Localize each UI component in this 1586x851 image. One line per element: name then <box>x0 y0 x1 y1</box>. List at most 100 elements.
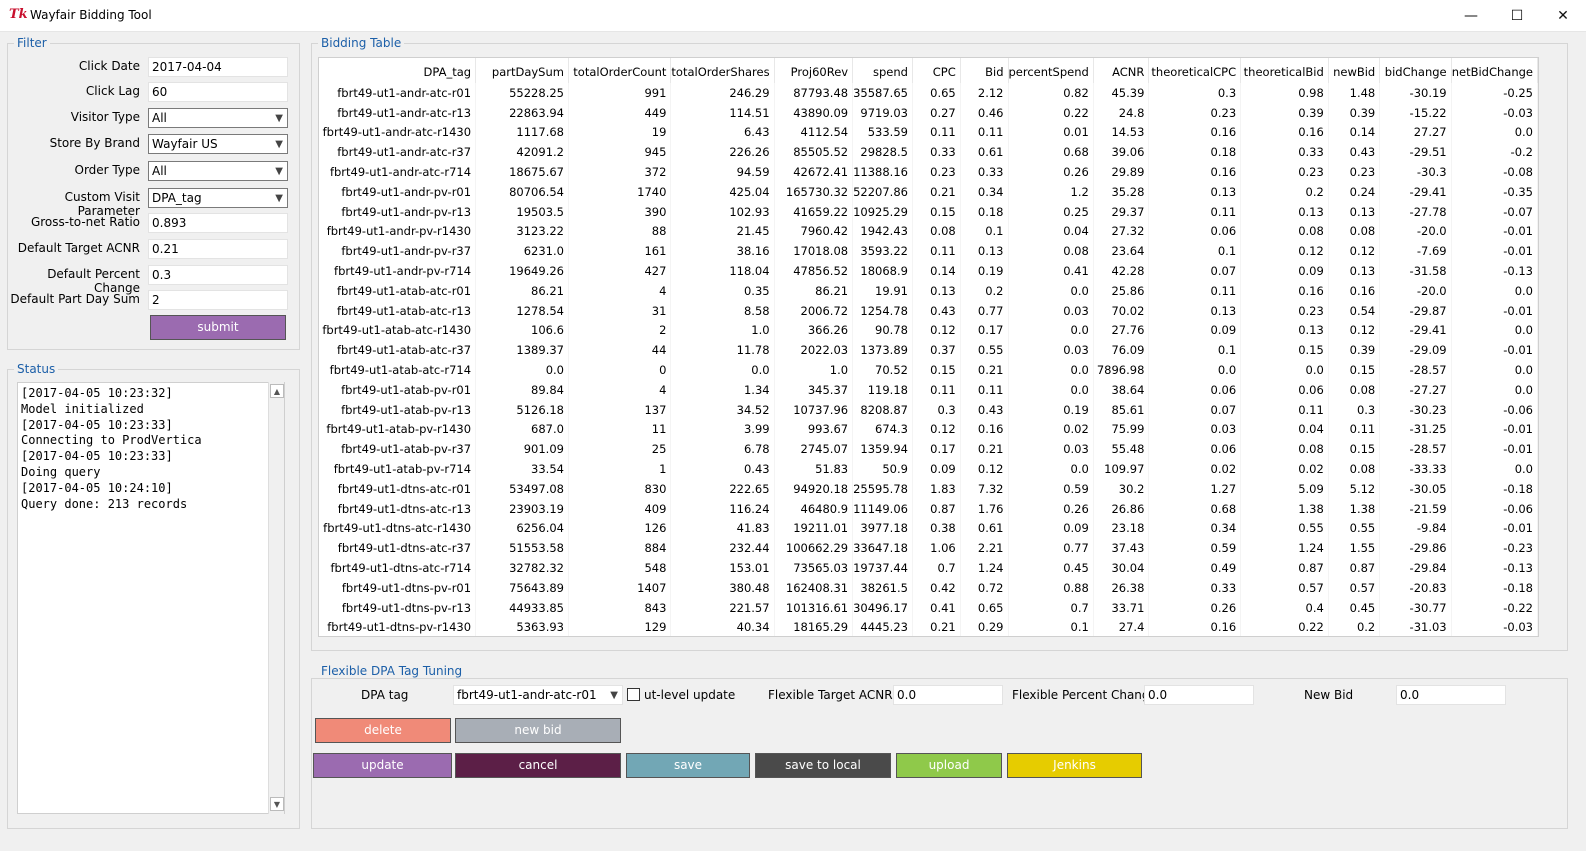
table-row[interactable]: fbrt49-ut1-dtns-atc-r37 51553.58 884 232.44… <box>319 538 1538 559</box>
table-row[interactable]: fbrt49-ut1-dtns-pv-r13 44933.85 843 221.57 1… <box>319 597 1538 618</box>
percent-change-input[interactable]: 0.0 <box>1144 685 1254 705</box>
tk-feather-icon: Tk <box>9 7 28 22</box>
table-cell: 3123.22 <box>475 221 569 242</box>
table-cell: 0.3 <box>912 399 961 420</box>
column-header[interactable]: newBid <box>1328 58 1381 83</box>
filter-input[interactable]: 0.21 <box>148 239 288 259</box>
bidding-table[interactable]: DPA_tag partDaySum totalOrderCount totalOrd… <box>318 57 1539 637</box>
new-bid-button[interactable]: new bid <box>455 718 621 743</box>
save-to-local-button[interactable]: save to local <box>755 753 891 778</box>
column-header[interactable]: CPC <box>912 58 961 83</box>
table-cell: 1.48 <box>1328 83 1381 103</box>
column-header[interactable]: theoreticalBid <box>1240 58 1329 83</box>
column-header[interactable]: bidChange <box>1379 58 1452 83</box>
table-cell: 126 <box>568 518 672 539</box>
table-cell: 0.54 <box>1328 300 1381 321</box>
column-header[interactable]: totalOrderShares <box>670 58 775 83</box>
update-button[interactable]: update <box>313 753 452 778</box>
table-row[interactable]: fbrt49-ut1-andr-atc-r13 22863.94 449 114.51… <box>319 102 1538 123</box>
save-button[interactable]: save <box>626 753 750 778</box>
table-row[interactable]: fbrt49-ut1-atab-atc-r1430 106.6 2 1.0 366.26… <box>319 320 1538 341</box>
ut-level-checkbox[interactable] <box>627 688 640 701</box>
table-row[interactable]: fbrt49-ut1-atab-pv-r37 901.09 25 6.78 2745.0… <box>319 439 1538 460</box>
table-row[interactable]: fbrt49-ut1-atab-pv-r714 33.54 1 0.43 51.83 50… <box>319 459 1538 479</box>
filter-input[interactable]: 2017-04-04 <box>148 57 288 77</box>
delete-button[interactable]: delete <box>315 718 451 743</box>
table-row[interactable]: fbrt49-ut1-atab-pv-r13 5126.18 137 34.52 107… <box>319 399 1538 420</box>
filter-select[interactable]: All ▼ <box>148 108 288 128</box>
status-scrollbar[interactable]: ▲ ▼ <box>268 382 284 814</box>
table-cell: 1.27 <box>1148 478 1242 499</box>
column-header[interactable]: DPA_tag <box>319 58 477 83</box>
table-cell: 0.87 <box>1240 558 1329 578</box>
filter-input[interactable]: 60 <box>148 82 288 102</box>
minimize-button[interactable]: — <box>1448 0 1494 32</box>
filter-input[interactable]: 2 <box>148 290 288 310</box>
filter-select[interactable]: Wayfair US ▼ <box>148 134 288 154</box>
table-cell: 0.04 <box>1008 221 1094 242</box>
status-log[interactable]: [2017-04-05 10:23:32] Model initialized … <box>17 382 285 814</box>
table-row[interactable]: fbrt49-ut1-atab-atc-r13 1278.54 31 8.58 2006… <box>319 300 1538 321</box>
column-header[interactable]: partDaySum <box>475 58 569 83</box>
filter-select[interactable]: DPA_tag ▼ <box>148 188 288 208</box>
upload-button[interactable]: upload <box>896 753 1002 778</box>
table-row[interactable]: fbrt49-ut1-atab-pv-r1430 687.0 11 3.99 993.6… <box>319 419 1538 440</box>
table-cell: 0.21 <box>912 617 961 636</box>
table-cell: 30496.17 <box>852 597 913 618</box>
table-row[interactable]: fbrt49-ut1-atab-atc-r01 86.21 4 0.35 86.21 19… <box>319 280 1538 301</box>
table-cell: fbrt49-ut1-andr-pv-r01 <box>319 181 477 202</box>
column-header[interactable]: netBidChange <box>1451 58 1538 83</box>
table-cell: fbrt49-ut1-atab-pv-r01 <box>319 379 477 400</box>
filter-input[interactable]: 0.893 <box>148 213 288 233</box>
table-cell: 44933.85 <box>475 597 569 618</box>
table-cell: 5363.93 <box>475 617 569 636</box>
scroll-down-icon[interactable]: ▼ <box>270 797 284 811</box>
table-row[interactable]: fbrt49-ut1-andr-pv-r01 80706.54 1740 425.04… <box>319 181 1538 202</box>
table-row[interactable]: fbrt49-ut1-dtns-pv-r01 75643.89 1407 380.48… <box>319 577 1538 598</box>
table-cell: 44 <box>568 340 672 361</box>
column-header[interactable]: spend <box>852 58 913 83</box>
table-cell: 1359.94 <box>852 439 913 460</box>
table-row[interactable]: fbrt49-ut1-andr-atc-r1430 1117.68 19 6.43 41… <box>319 122 1538 143</box>
scroll-up-icon[interactable]: ▲ <box>270 384 284 398</box>
table-cell: 548 <box>568 558 672 578</box>
table-row[interactable]: fbrt49-ut1-atab-pv-r01 89.84 4 1.34 345.37 11… <box>319 379 1538 400</box>
table-cell: 42672.41 <box>774 162 854 182</box>
dpa-tag-select[interactable]: fbrt49-ut1-andr-atc-r01 ▼ <box>453 685 623 705</box>
table-row[interactable]: fbrt49-ut1-dtns-pv-r1430 5363.93 129 40.34 1… <box>319 617 1538 636</box>
new-bid-input[interactable]: 0.0 <box>1396 685 1506 705</box>
table-cell: 0.27 <box>912 102 961 123</box>
table-row[interactable]: fbrt49-ut1-dtns-atc-r01 53497.08 830 222.65… <box>319 478 1538 499</box>
target-acnr-input[interactable]: 0.0 <box>893 685 1003 705</box>
table-row[interactable]: fbrt49-ut1-dtns-atc-r1430 6256.04 126 41.83… <box>319 518 1538 539</box>
column-header[interactable]: ACNR <box>1093 58 1150 83</box>
cancel-button[interactable]: cancel <box>455 753 621 778</box>
table-cell: 0.11 <box>912 241 961 262</box>
table-row[interactable]: fbrt49-ut1-andr-pv-r13 19503.5 390 102.93 41… <box>319 201 1538 222</box>
submit-button[interactable]: submit <box>150 315 286 340</box>
table-row[interactable]: fbrt49-ut1-andr-atc-r01 55228.25 991 246.29… <box>319 83 1538 103</box>
table-row[interactable]: fbrt49-ut1-atab-atc-r714 0.0 0 0.0 1.0 70.52 0… <box>319 360 1538 380</box>
column-header[interactable]: Proj60Rev <box>774 58 854 83</box>
table-cell: -0.22 <box>1451 597 1538 618</box>
table-row[interactable]: fbrt49-ut1-dtns-atc-r714 32782.32 548 153.0… <box>319 558 1538 578</box>
column-header[interactable]: totalOrderCount <box>568 58 672 83</box>
table-row[interactable]: fbrt49-ut1-andr-pv-r1430 3123.22 88 21.45 79… <box>319 221 1538 242</box>
jenkins-button[interactable]: Jenkins <box>1007 753 1142 778</box>
table-row[interactable]: fbrt49-ut1-atab-atc-r37 1389.37 44 11.78 202… <box>319 340 1538 361</box>
table-cell: 0.14 <box>1328 122 1381 143</box>
table-row[interactable]: fbrt49-ut1-dtns-atc-r13 23903.19 409 116.24… <box>319 498 1538 519</box>
table-row[interactable]: fbrt49-ut1-andr-atc-r714 18675.67 372 94.59… <box>319 162 1538 182</box>
close-button[interactable]: ✕ <box>1540 0 1586 32</box>
column-header[interactable]: Bid <box>960 58 1009 83</box>
target-acnr-label: Flexible Target ACNR <box>768 688 893 702</box>
filter-select[interactable]: All ▼ <box>148 161 288 181</box>
filter-input[interactable]: 0.3 <box>148 265 288 285</box>
column-header[interactable]: percentSpend <box>1008 58 1094 83</box>
table-row[interactable]: fbrt49-ut1-andr-pv-r37 6231.0 161 38.16 1701… <box>319 241 1538 262</box>
table-row[interactable]: fbrt49-ut1-andr-atc-r37 42091.2 945 226.26 8… <box>319 142 1538 163</box>
table-row[interactable]: fbrt49-ut1-andr-pv-r714 19649.26 427 118.04… <box>319 261 1538 281</box>
column-header[interactable]: theoreticalCPC <box>1148 58 1242 83</box>
maximize-button[interactable]: ☐ <box>1494 0 1540 32</box>
table-cell: 0.0 <box>1008 379 1094 400</box>
